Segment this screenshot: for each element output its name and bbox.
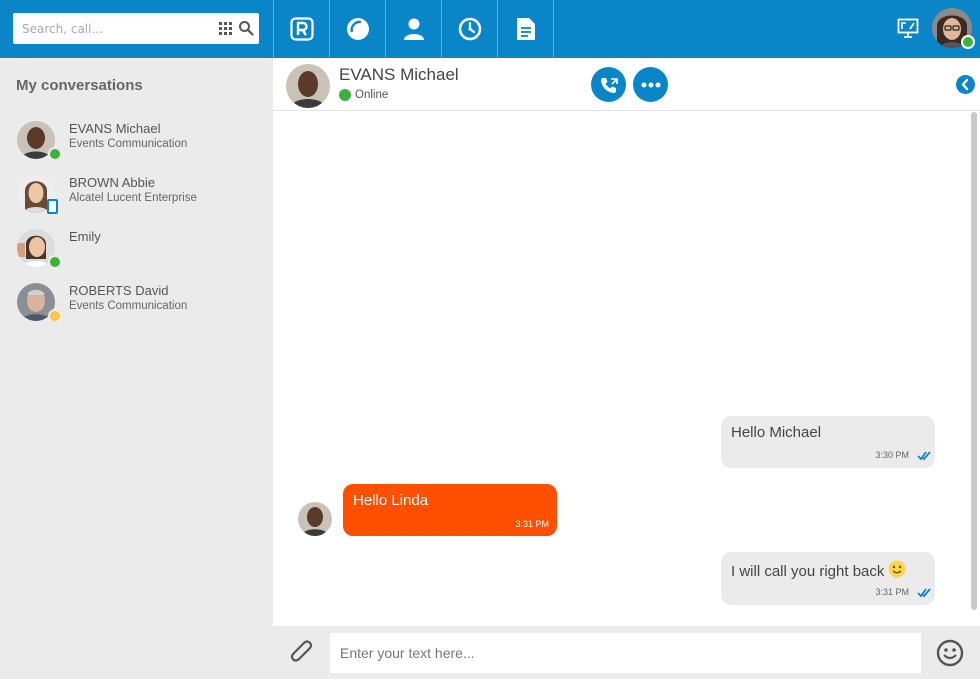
message-list[interactable]: Hello Michael 3:30 PM Hello Linda 3:31 P…	[273, 112, 980, 626]
nav-bubbles-button[interactable]	[330, 0, 386, 58]
nav-files-button[interactable]	[498, 0, 554, 58]
dialpad-grid-icon[interactable]	[219, 22, 232, 35]
smiley-emoji-icon	[888, 560, 906, 578]
user-status-indicator	[961, 35, 975, 49]
message-time: 3:30 PM	[875, 450, 909, 460]
message-text: Hello Michael	[731, 424, 822, 441]
contact-name: Emily	[69, 229, 101, 244]
presence-label: Online	[355, 89, 389, 101]
conversation-item[interactable]: EVANS Michael Events Communication	[0, 121, 273, 175]
status-dot	[48, 255, 62, 269]
conversation-item[interactable]: ROBERTS David Events Communication	[0, 283, 273, 337]
message-time: 3:31 PM	[875, 587, 909, 597]
contact-name: EVANS Michael	[339, 65, 459, 84]
outgoing-message: Hello Michael 3:30 PM	[721, 416, 935, 468]
contacts-icon	[404, 18, 424, 40]
emoji-picker-icon[interactable]	[936, 639, 964, 667]
rainbow-logo-icon	[290, 17, 314, 41]
message-time: 3:31 PM	[515, 519, 549, 529]
nav-recent-button[interactable]	[442, 0, 498, 58]
nav-rainbow-button[interactable]	[274, 0, 330, 58]
recent-calls-icon	[458, 17, 482, 41]
conversation-item[interactable]: BROWN Abbie Alcatel Lucent Enterprise	[0, 175, 273, 229]
more-options-button[interactable]	[633, 67, 668, 102]
message-composer	[273, 626, 980, 679]
paperclip-icon[interactable]	[289, 639, 315, 667]
presence-dot	[339, 89, 351, 101]
mobile-status-icon	[47, 199, 58, 214]
read-receipt-icon	[917, 451, 931, 461]
search-box[interactable]	[13, 13, 259, 44]
contact-name: EVANS Michael	[69, 121, 161, 136]
outgoing-message: I will call you right back 3:31 PM	[721, 552, 935, 605]
contact-company: Alcatel Lucent Enterprise	[69, 192, 197, 204]
contact-name: ROBERTS David	[69, 283, 169, 298]
chat-scrollbar[interactable]	[971, 112, 977, 610]
nav-divider	[553, 0, 554, 58]
nav-contacts-button[interactable]	[386, 0, 442, 58]
screen-share-icon[interactable]	[897, 18, 919, 38]
message-text: I will call you right back	[731, 560, 906, 580]
bubble-chart-icon	[347, 18, 369, 40]
phone-video-icon	[600, 77, 618, 93]
search-icon[interactable]	[238, 20, 254, 36]
message-text: Hello Linda	[353, 492, 429, 509]
message-input[interactable]	[330, 633, 921, 673]
contact-company: Events Communication	[69, 138, 188, 150]
conversations-sidebar: My conversations EVANS Michael Events Co…	[0, 58, 273, 679]
status-dot	[48, 309, 62, 323]
sender-avatar	[298, 502, 332, 536]
conversation-item[interactable]: Emily	[0, 229, 273, 283]
chevron-left-icon	[961, 78, 969, 91]
chat-header: EVANS Michael Online	[273, 58, 980, 111]
ellipsis-icon	[641, 82, 660, 87]
status-dot	[48, 147, 62, 161]
collapse-panel-button[interactable]	[956, 75, 975, 94]
call-button[interactable]	[591, 67, 626, 102]
contact-company: Events Communication	[69, 300, 188, 312]
sidebar-title: My conversations	[16, 77, 143, 94]
top-bar	[0, 0, 980, 58]
incoming-message: Hello Linda 3:31 PM	[343, 484, 557, 536]
read-receipt-icon	[917, 588, 931, 598]
contact-name: BROWN Abbie	[69, 175, 155, 190]
contact-avatar[interactable]	[286, 64, 330, 108]
search-input[interactable]	[13, 13, 213, 44]
files-icon	[517, 18, 535, 40]
